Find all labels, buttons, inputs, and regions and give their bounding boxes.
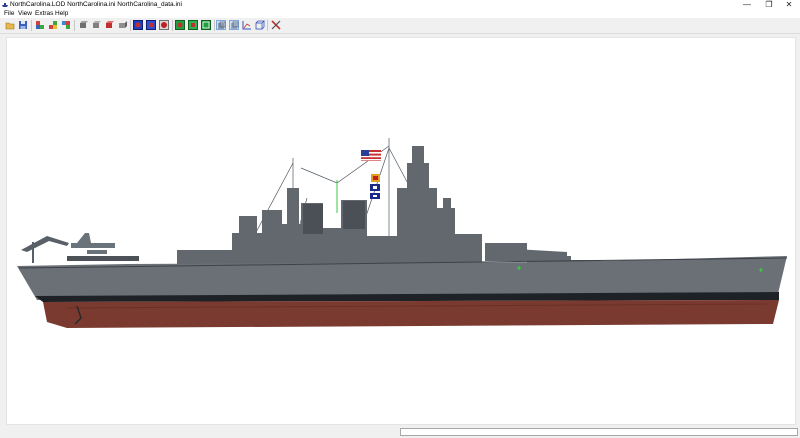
view-red-icon [159,20,169,30]
cube-3d-button[interactable] [255,20,265,30]
menu-extras[interactable]: Extras [35,10,53,18]
gray-block-3-button[interactable] [117,20,127,30]
title-bar: NorthCarolina.LOD NorthCarolina.ini Nort… [0,0,800,10]
battleship-model-image [17,138,788,328]
toggle-pressed-2-icon [231,21,239,29]
red-block-icon [106,21,114,28]
toggle-pressed-1-icon [218,21,226,29]
toolbar [0,18,800,34]
status-pane [400,428,798,436]
gray-block-3-icon [119,21,127,28]
ship-colored-1-icon [36,21,44,29]
view-blue-1-icon [133,20,143,30]
toggle-pressed-2-button[interactable] [229,20,239,30]
toggle-pressed-1-button[interactable] [216,20,226,30]
menu-help[interactable]: Help [55,10,68,18]
app-ship-icon [2,3,8,7]
toolbar-separator [130,20,131,31]
axis-chart-button[interactable] [242,20,252,30]
save-button[interactable] [18,20,28,30]
ship-colored-1-button[interactable] [35,20,45,30]
save-disk-icon [19,21,27,29]
toolbar-separator [74,20,75,31]
axis-chart-icon [242,21,251,30]
toolbar-separator [267,20,268,31]
open-folder-button[interactable] [5,20,15,30]
view-green-3-button[interactable] [201,20,211,30]
view-green-2-button[interactable] [188,20,198,30]
maximize-button[interactable]: ❐ [758,0,780,10]
ship-colored-3-button[interactable] [61,20,71,30]
menu-file[interactable]: File [4,10,14,18]
gray-block-1-button[interactable] [78,20,88,30]
gray-block-1-icon [80,21,88,28]
red-block-button[interactable] [104,20,114,30]
ship-colored-2-icon [49,21,57,29]
toolbar-separator [172,20,173,31]
minimize-button[interactable]: — [736,0,758,10]
view-green-2-icon [188,20,198,30]
ship-colored-3-icon [62,21,70,29]
cube-3d-icon [255,20,265,30]
open-folder-icon [5,22,15,30]
view-green-3-icon [201,20,211,30]
view-blue-2-icon [146,20,156,30]
gray-block-2-button[interactable] [91,20,101,30]
menu-bar: File View Extras Help [0,10,800,18]
view-blue-2-button[interactable] [146,20,156,30]
gray-block-2-icon [93,21,101,28]
menu-view[interactable]: View [18,10,32,18]
close-button[interactable]: ✕ [778,0,800,10]
ship-viewport[interactable] [6,37,796,425]
view-green-1-button[interactable] [175,20,185,30]
view-blue-1-button[interactable] [133,20,143,30]
toolbar-separator [214,20,215,31]
toolbar-separator [31,20,32,31]
window-title: NorthCarolina.LOD NorthCarolina.ini Nort… [10,1,182,8]
view-green-1-icon [175,20,185,30]
tools-wrench-icon [271,20,281,30]
ship-colored-2-button[interactable] [48,20,58,30]
status-bar [0,426,800,438]
tools-button[interactable] [271,20,281,30]
view-red-button[interactable] [159,20,169,30]
